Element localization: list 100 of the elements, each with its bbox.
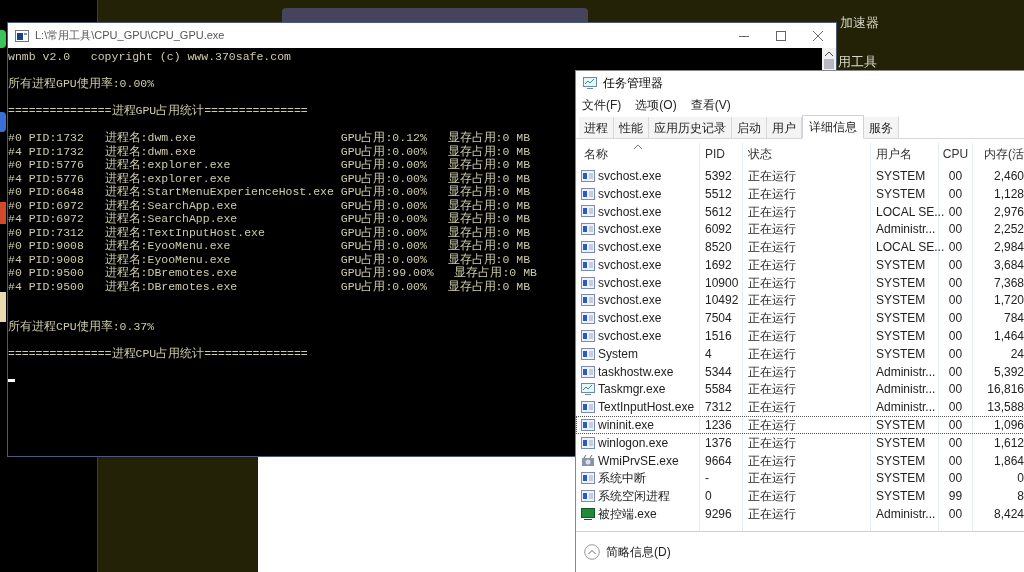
window-icon: [581, 258, 595, 271]
column-header[interactable]: 内存(活: [973, 143, 1024, 167]
table-cell-text: System: [598, 345, 638, 363]
table-cell-text: wininit.exe: [598, 417, 655, 435]
tab[interactable]: 性能: [614, 117, 649, 138]
column-header[interactable]: PID: [700, 143, 743, 167]
close-icon: [812, 30, 823, 41]
scroll-thumb[interactable]: [824, 59, 834, 69]
fewer-details-button[interactable]: 简略信息(D): [584, 543, 671, 561]
window-icon: [581, 169, 595, 182]
table-cell-text: Taskmgr.exe: [598, 381, 666, 399]
table-cell-text: 系统空闲进程: [598, 488, 670, 506]
table-cell-text: 00: [948, 506, 963, 524]
table-cell-text: 10492: [705, 292, 739, 310]
scrollbar[interactable]: [822, 48, 836, 70]
table-cell-text: 00: [948, 292, 963, 310]
menu-item[interactable]: 文件(F): [582, 96, 622, 114]
window-title: 任务管理器: [603, 75, 663, 92]
console-line: #0 PID:6648 进程名:StartMenuExperienceHost.exe GPU占用:0.00% 显存占用:0 MB: [8, 185, 531, 199]
window-icon: [581, 187, 595, 200]
tab[interactable]: 用户: [767, 117, 802, 138]
table-cell-text: 1,720: [993, 292, 1024, 310]
window-icon: [581, 365, 595, 378]
nav-link[interactable]: 用工具: [838, 52, 877, 72]
table-cell-text: Administr...: [876, 363, 936, 381]
table-cell-text: SYSTEM: [876, 185, 926, 203]
scroll-up-icon[interactable]: [825, 51, 833, 56]
column-header[interactable]: 名称: [576, 143, 700, 167]
nav-link[interactable]: 加速器: [840, 13, 879, 33]
sort-caret-icon: [633, 144, 642, 149]
table-cell-text: 7312: [705, 399, 732, 417]
table-cell-text: 2,460: [993, 167, 1024, 185]
table-cell-text: 9296: [705, 506, 732, 524]
console-line: #0 PID:5776 进程名:explorer.exe GPU占用:0.00% 显存占用:0 MB: [8, 158, 531, 172]
table-cell-text: winlogon.exe: [598, 434, 669, 452]
table-cell-text: SYSTEM: [876, 310, 926, 328]
table-cell-text: svchost.exe: [598, 256, 662, 274]
tab[interactable]: 启动: [732, 117, 767, 138]
tab[interactable]: 详细信息: [802, 115, 864, 139]
window-icon: [581, 419, 595, 432]
column-header[interactable]: 用户名: [871, 143, 939, 167]
table-cell-text: 00: [948, 381, 963, 399]
column-header[interactable]: CPU: [939, 143, 973, 167]
table-cell-text: 1,612: [993, 434, 1024, 452]
table-cell-text: 00: [948, 167, 963, 185]
table-cell-text: SYSTEM: [876, 452, 926, 470]
table-cell-text: 5512: [705, 185, 732, 203]
table-cell-text: 16,816: [987, 381, 1024, 399]
table-cell-text: 3,684: [993, 256, 1024, 274]
monitor-icon: [581, 508, 595, 521]
window-icon: [581, 401, 595, 414]
table-cell-text: SYSTEM: [876, 434, 926, 452]
console-line: #4 PID:5776 进程名:explorer.exe GPU占用:0.00% 显存占用:0 MB: [8, 171, 531, 185]
console-line: ===============进程GPU占用统计===============: [8, 104, 308, 118]
chart-monitor-icon: [581, 383, 595, 396]
table-cell-text: SYSTEM: [876, 256, 926, 274]
table-cell-text: 1,128: [993, 185, 1024, 203]
table-cell-text: 正在运行: [748, 292, 796, 310]
table-cell-text: 7,368: [993, 274, 1024, 292]
column-header[interactable]: 状态: [743, 143, 871, 167]
tab[interactable]: 服务: [864, 117, 899, 138]
table-cell-text: 正在运行: [748, 221, 796, 239]
table-cell-text: svchost.exe: [598, 167, 662, 185]
chevron-up-icon: [584, 544, 600, 560]
window-icon: [581, 490, 595, 503]
table-cell-text: 00: [948, 399, 963, 417]
table-cell-text: WmiPrvSE.exe: [598, 452, 679, 470]
table-cell-text: TextInputHost.exe: [598, 399, 695, 417]
table-cell-text: 00: [948, 417, 963, 435]
table-cell-text: 10900: [705, 274, 739, 292]
table-cell-text: 00: [948, 274, 963, 292]
console-line: ===============进程CPU占用统计===============: [8, 347, 308, 361]
window-icon: [581, 472, 595, 485]
table-cell-text: 正在运行: [748, 399, 796, 417]
tab[interactable]: 应用历史记录: [649, 117, 732, 138]
menu-item[interactable]: 查看(V): [690, 96, 731, 114]
table-cell-text: svchost.exe: [598, 328, 662, 346]
table-cell-text: 5584: [705, 381, 732, 399]
console-line: #4 PID:6972 进程名:SearchApp.exe GPU占用:0.00% 显存占用:0 MB: [8, 212, 531, 226]
menu-item[interactable]: 选项(O): [635, 96, 677, 114]
table-cell-text: 2,984: [993, 239, 1024, 257]
focused-row[interactable]: wininit.exe 1236 正在运行 SYSTEM 00 1,096: [576, 416, 1024, 434]
table-cell-text: 1236: [705, 417, 732, 435]
table-cell-text: 8520: [705, 239, 732, 257]
window-title: L:\常用工具\CPU_GPU\CPU_GPU.exe: [35, 28, 225, 44]
table-cell-text: 00: [948, 470, 963, 488]
window-icon: [581, 312, 595, 325]
table-cell-text: 正在运行: [748, 203, 796, 221]
tab[interactable]: 进程: [579, 117, 614, 138]
table-cell-text: 系统中断: [598, 470, 646, 488]
window-icon: [581, 330, 595, 343]
table-cell-text: 5392: [705, 167, 732, 185]
table-cell-text: -: [705, 470, 709, 488]
table-cell-text: 正在运行: [748, 274, 796, 292]
table-cell-text: 正在运行: [748, 506, 796, 524]
window-icon: [581, 205, 595, 218]
search-field[interactable]: [282, 8, 588, 22]
table-cell-text: 1376: [705, 434, 732, 452]
console-line: #0 PID:6972 进程名:SearchApp.exe GPU占用:0.00% 显存占用:0 MB: [8, 198, 531, 212]
table-cell-text: 正在运行: [748, 452, 796, 470]
